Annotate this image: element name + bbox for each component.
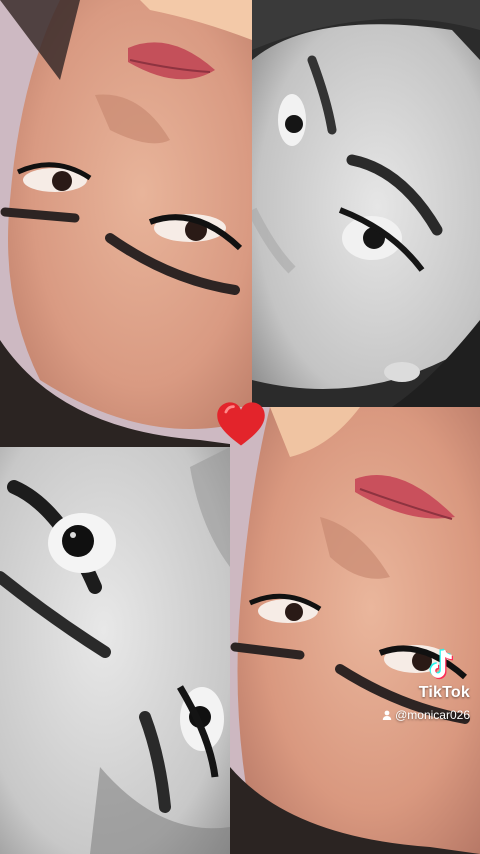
tiktok-logo-icon: [428, 648, 458, 682]
creator-handle: @monicar026: [382, 708, 470, 722]
photo-panel-top-left: [0, 0, 252, 447]
photo-panel-bottom-left: [0, 447, 230, 854]
tiktok-brand-label: TikTok: [418, 684, 470, 701]
photo-panel-top-right: [252, 0, 480, 407]
person-icon: [382, 710, 392, 720]
tiktok-watermark: TikTok @monicar026: [382, 648, 470, 722]
photo-panel-bottom-right: [230, 407, 480, 854]
creator-username: @monicar026: [395, 708, 470, 722]
red-heart-icon: [214, 398, 268, 452]
